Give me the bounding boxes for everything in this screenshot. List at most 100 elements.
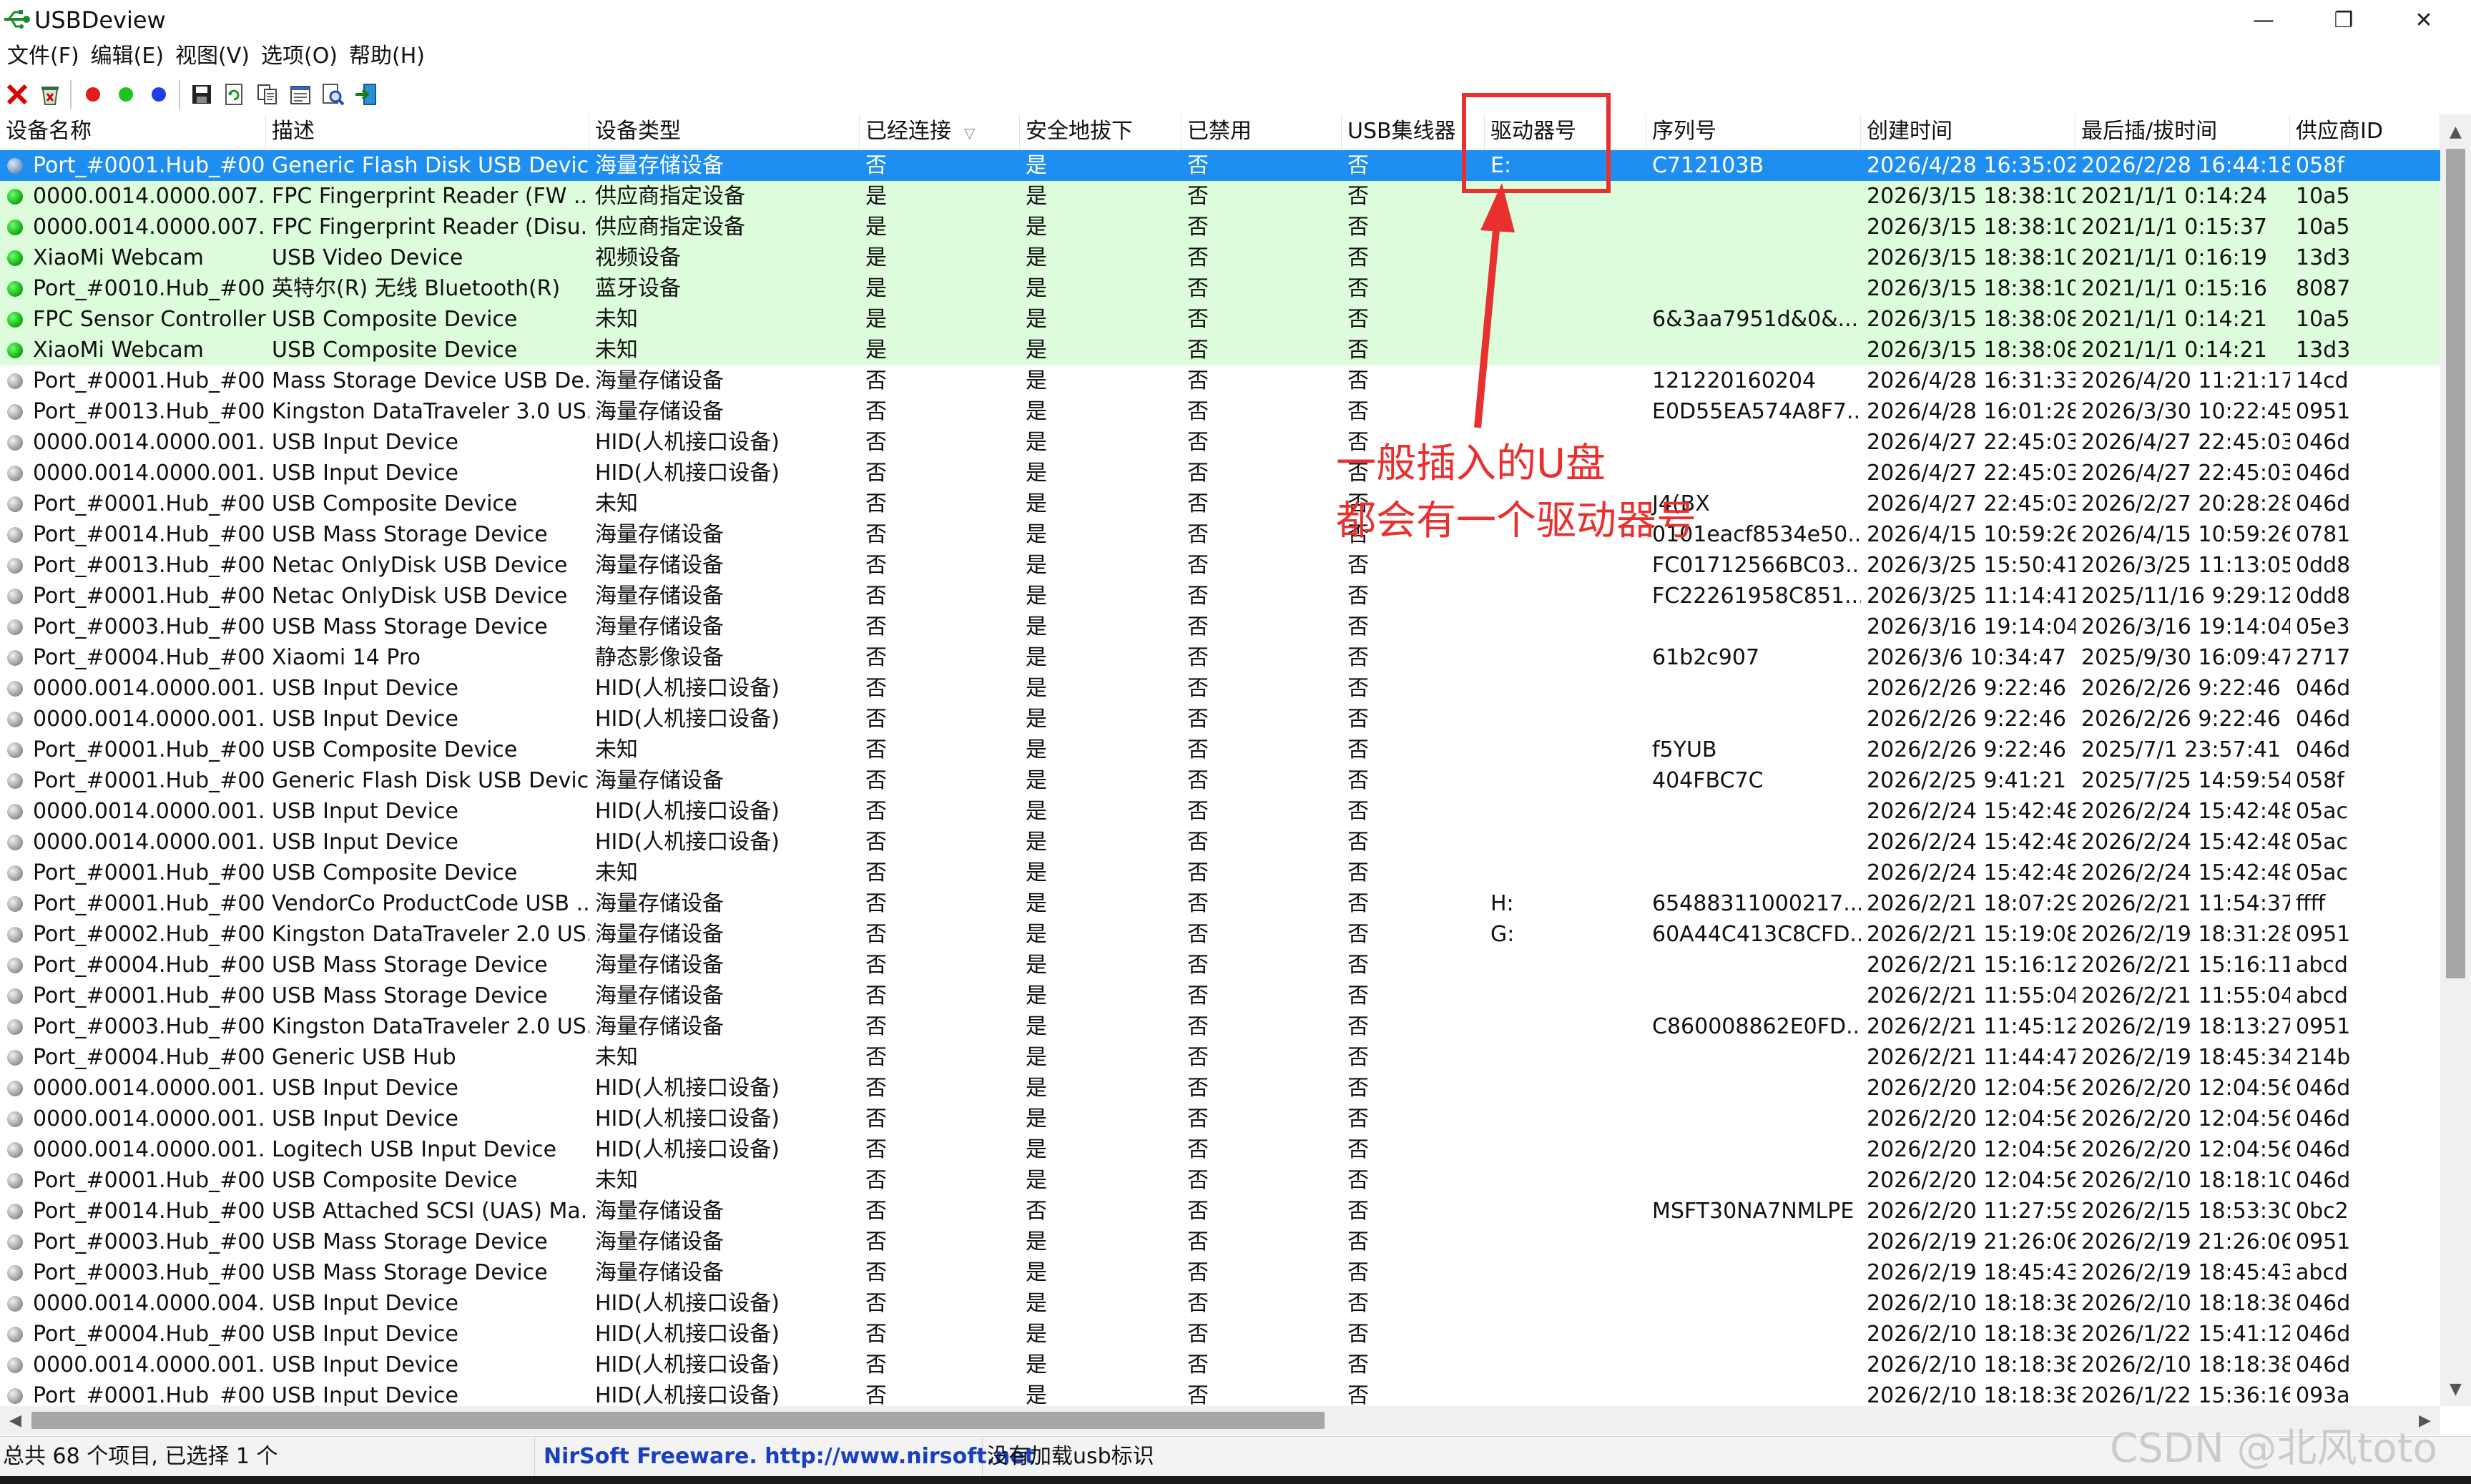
- col-device-type[interactable]: 设备类型: [589, 114, 860, 149]
- horizontal-scroll-thumb[interactable]: [31, 1412, 1325, 1429]
- table-row[interactable]: XiaoMi Webcam USB Composite Device 未知 是 是 否 否 2…: [0, 335, 2440, 365]
- cell-last-plug: 2026/3/30 10:22:45: [2081, 399, 2290, 424]
- scroll-up-icon[interactable]: ▲: [2440, 117, 2471, 146]
- exit-icon[interactable]: [350, 78, 382, 111]
- table-row-selected[interactable]: Port_#0001.Hub_#00... Generic Flash Disk …: [0, 150, 2440, 181]
- table-row[interactable]: Port_#0001.Hub_#00... USB Input Device HID…: [0, 1380, 2440, 1406]
- table-row[interactable]: Port_#0013.Hub_#00... Netac OnlyDisk USB …: [0, 550, 2440, 581]
- col-device-name[interactable]: 设备名称: [0, 114, 266, 149]
- table-row[interactable]: 0000.0014.0000.001.... USB Input Device HI…: [0, 704, 2440, 734]
- table-row[interactable]: Port_#0001.Hub_#00... USB Mass Storage De…: [0, 981, 2440, 1011]
- uninstall-icon[interactable]: [34, 78, 66, 111]
- table-row[interactable]: Port_#0001.Hub_#00... Generic Flash Disk …: [0, 765, 2440, 796]
- menu-edit[interactable]: 编辑(E): [87, 40, 168, 73]
- vertical-scrollbar[interactable]: ▲ ▼: [2440, 114, 2471, 1406]
- col-vendor-id[interactable]: 供应商ID: [2290, 114, 2440, 149]
- cell-serial: [1646, 1380, 1861, 1406]
- table-row[interactable]: Port_#0004.Hub_#00... USB Input Device HID…: [0, 1319, 2440, 1350]
- table-row[interactable]: 0000.0014.0000.001.... USB Input Device HI…: [0, 1350, 2440, 1380]
- table-row[interactable]: Port_#0004.Hub_#00... USB Mass Storage De…: [0, 950, 2440, 981]
- red-dot-icon[interactable]: [77, 78, 109, 111]
- close-button[interactable]: ✕: [2384, 0, 2463, 40]
- table-row[interactable]: 0000.0014.0000.001.... USB Input Device HI…: [0, 673, 2440, 704]
- col-created[interactable]: 创建时间: [1861, 114, 2075, 149]
- cell-disabled: 否: [1187, 553, 1209, 578]
- table-row[interactable]: Port_#0001.Hub_#00... USB Composite Devic…: [0, 1165, 2440, 1196]
- table-row[interactable]: Port_#0014.Hub_#00... USB Mass Storage De…: [0, 519, 2440, 550]
- table-row[interactable]: XiaoMi Webcam USB Video Device 视频设备 是 是 否 否 202…: [0, 242, 2440, 273]
- col-connected[interactable]: 已经连接 ▽: [860, 114, 1020, 149]
- annotation-text-line-2: 都会有一个驱动器号: [1336, 498, 1696, 544]
- table-row[interactable]: Port_#0004.Hub_#00... Xiaomi 14 Pro 静态影像设备…: [0, 642, 2440, 673]
- table-row[interactable]: Port_#0001.Hub_#00... USB Composite Devic…: [0, 488, 2440, 519]
- green-dot-icon[interactable]: [110, 78, 142, 111]
- restore-button[interactable]: ❐: [2304, 0, 2383, 40]
- col-description[interactable]: 描述: [266, 114, 589, 149]
- cell-disabled: 否: [1187, 1106, 1209, 1131]
- cell-drive-letter: [1485, 796, 1646, 827]
- table-row[interactable]: Port_#0003.Hub_#00... USB Mass Storage De…: [0, 1227, 2440, 1257]
- table-row[interactable]: 0000.0014.0000.001.... USB Input Device HI…: [0, 796, 2440, 827]
- cell-last-plug: 2021/1/1 0:14:21: [2081, 307, 2267, 332]
- table-row[interactable]: Port_#0003.Hub_#00... USB Mass Storage De…: [0, 611, 2440, 642]
- horizontal-scrollbar[interactable]: ◀ ▶: [0, 1406, 2440, 1435]
- cell-serial: [1646, 858, 1861, 888]
- cell-description: USB Input Device: [272, 1106, 458, 1131]
- table-row[interactable]: Port_#0001.Hub_#00... VendorCo ProductCod…: [0, 888, 2440, 919]
- table-row[interactable]: Port_#0001.Hub_#00... Netac OnlyDisk USB …: [0, 581, 2440, 611]
- table-row[interactable]: 0000.0014.0000.001.... USB Input Device HI…: [0, 1104, 2440, 1134]
- table-row[interactable]: Port_#0013.Hub_#00... Kingston DataTravel…: [0, 396, 2440, 427]
- col-last-plug[interactable]: 最后插/拔时间: [2075, 114, 2290, 149]
- table-row[interactable]: 0000.0014.0000.001.... USB Input Device HI…: [0, 458, 2440, 488]
- find-icon[interactable]: [318, 78, 349, 111]
- copy-icon[interactable]: [252, 78, 283, 111]
- blue-dot-icon[interactable]: [143, 78, 175, 111]
- cell-device-type: HID(人机接口设备): [595, 1322, 780, 1347]
- save-icon[interactable]: [186, 78, 217, 111]
- table-row[interactable]: Port_#0014.Hub_#00... USB Attached SCSI (…: [0, 1196, 2440, 1227]
- menu-help[interactable]: 帮助(H): [345, 40, 429, 73]
- cell-last-plug: 2026/2/20 12:04:56: [2081, 1106, 2290, 1131]
- cell-usb-hub: 否: [1347, 891, 1369, 916]
- table-row[interactable]: 0000.0014.0000.001.... Logitech USB Input…: [0, 1134, 2440, 1165]
- table-row[interactable]: FPC Sensor Controller USB Composite Devic…: [0, 304, 2440, 335]
- table-row[interactable]: 0000.0014.0000.004.... USB Input Device HI…: [0, 1288, 2440, 1319]
- scroll-down-icon[interactable]: ▼: [2440, 1375, 2471, 1403]
- gray-status-icon: [7, 373, 23, 389]
- cell-created: 2026/3/15 18:38:10: [1867, 184, 2075, 209]
- cell-drive-letter: [1485, 212, 1646, 242]
- cell-description: USB Mass Storage Device: [272, 1260, 548, 1285]
- col-safe-removal[interactable]: 安全地拔下: [1020, 114, 1182, 149]
- col-serial[interactable]: 序列号: [1646, 114, 1861, 149]
- table-row[interactable]: Port_#0001.Hub_#00... USB Composite Devic…: [0, 858, 2440, 888]
- table-row[interactable]: Port_#0002.Hub_#00... Kingston DataTravel…: [0, 919, 2440, 950]
- cell-vendor-id: 046d: [2296, 491, 2351, 516]
- table-row[interactable]: Port_#0001.Hub_#00... USB Composite Devic…: [0, 734, 2440, 765]
- table-row[interactable]: 0000.0014.0000.001.... USB Input Device HI…: [0, 1073, 2440, 1104]
- refresh-icon[interactable]: [219, 78, 250, 111]
- table-row[interactable]: Port_#0004.Hub_#00... Generic USB Hub 未知 否 是…: [0, 1042, 2440, 1073]
- table-row[interactable]: 0000.0014.0000.007.... FPC Fingerprint Re…: [0, 181, 2440, 212]
- table-row[interactable]: Port_#0003.Hub_#00... USB Mass Storage De…: [0, 1257, 2440, 1288]
- menu-file[interactable]: 文件(F): [3, 40, 84, 73]
- table-row[interactable]: Port_#0010.Hub_#00... 英特尔(R) 无线 Bluetooth…: [0, 273, 2440, 304]
- nirsoft-link[interactable]: NirSoft Freeware. http://www.nirsoft.net: [541, 1437, 1035, 1477]
- scroll-left-icon[interactable]: ◀: [0, 1406, 31, 1435]
- table-row[interactable]: 0000.0014.0000.007.... FPC Fingerprint Re…: [0, 212, 2440, 242]
- vertical-scroll-thumb[interactable]: [2446, 149, 2465, 978]
- cell-created: 2026/2/20 12:04:56: [1867, 1137, 2075, 1162]
- col-disabled[interactable]: 已禁用: [1182, 114, 1342, 149]
- menu-view[interactable]: 视图(V): [171, 40, 254, 73]
- cell-connected: 否: [865, 461, 887, 486]
- table-row[interactable]: Port_#0003.Hub_#00... Kingston DataTravel…: [0, 1011, 2440, 1042]
- device-list[interactable]: 设备名称 描述 设备类型 已经连接 ▽ 安全地拔下 已禁用 USB集线器 驱动器号…: [0, 114, 2440, 1406]
- table-row[interactable]: Port_#0001.Hub_#00... Mass Storage Device…: [0, 365, 2440, 396]
- disconnect-icon[interactable]: [1, 78, 33, 111]
- minimize-button[interactable]: —: [2224, 0, 2303, 40]
- col-label: 安全地拔下: [1026, 119, 1133, 144]
- table-row[interactable]: 0000.0014.0000.001.... USB Input Device HI…: [0, 827, 2440, 858]
- menu-options[interactable]: 选项(O): [257, 40, 342, 73]
- table-row[interactable]: 0000.0014.0000.001.... USB Input Device HI…: [0, 427, 2440, 458]
- properties-icon[interactable]: [285, 78, 316, 111]
- cell-last-plug: 2026/2/10 18:18:38: [2081, 1291, 2290, 1316]
